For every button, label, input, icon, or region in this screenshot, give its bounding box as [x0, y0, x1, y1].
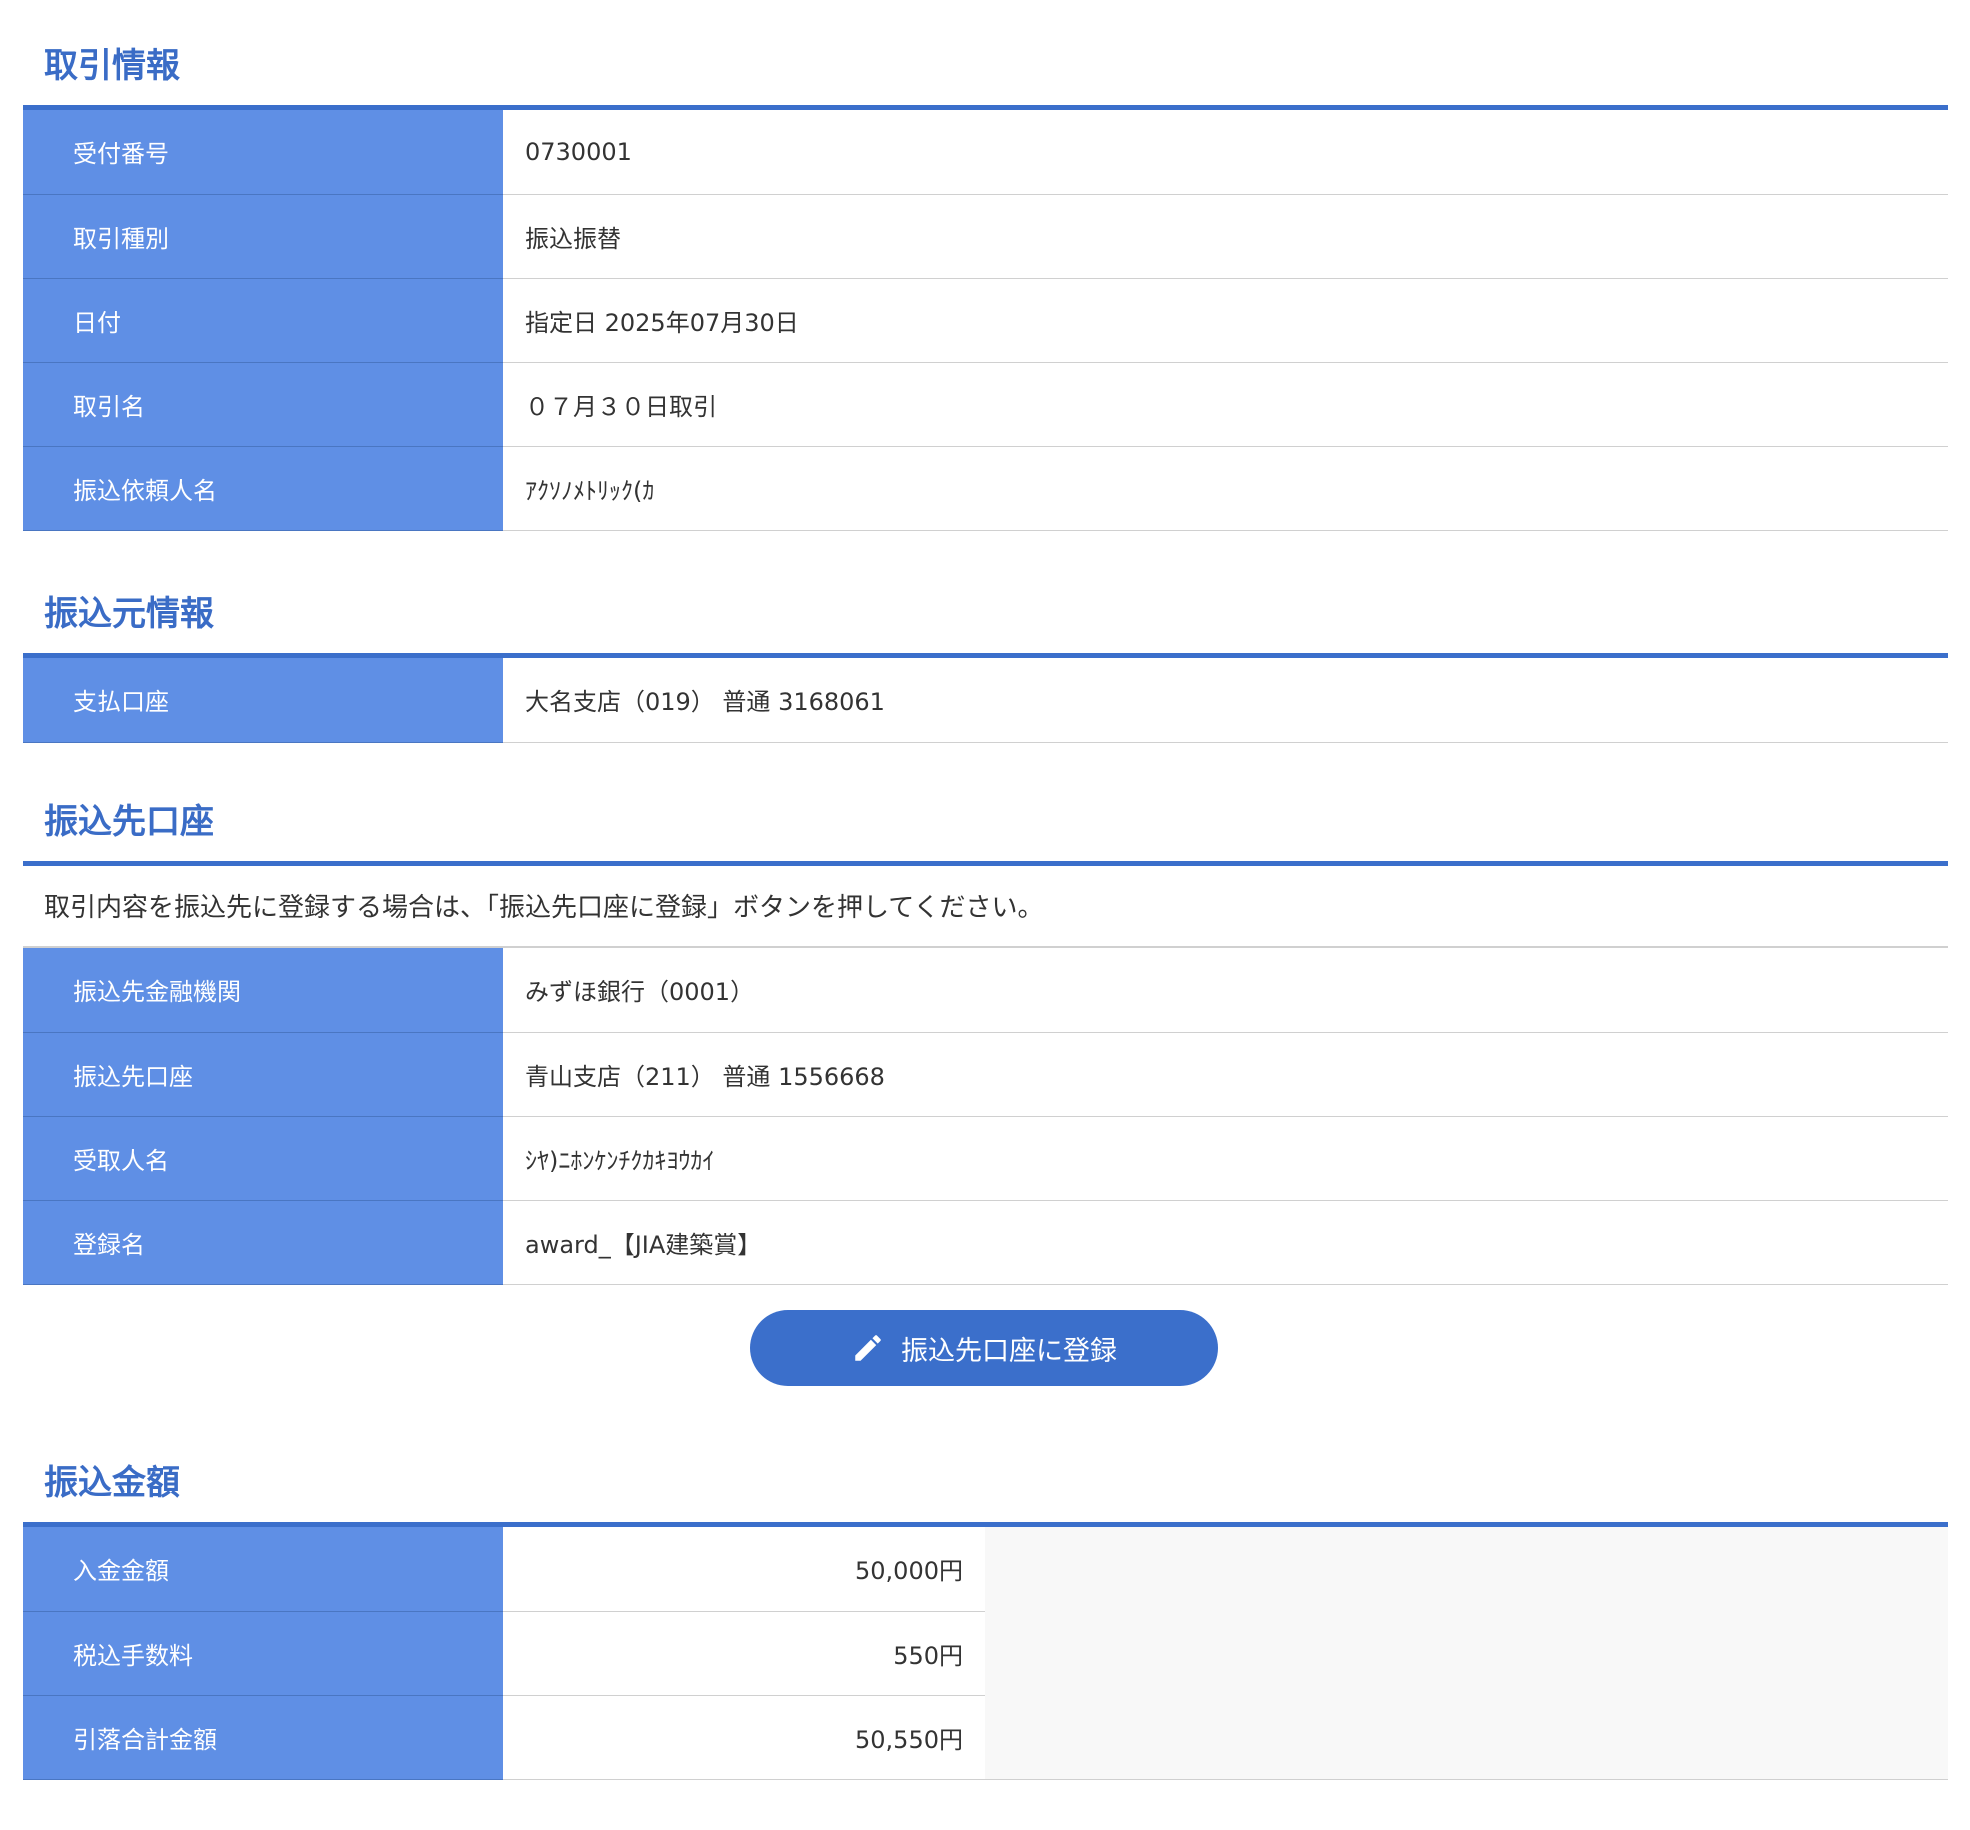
destination-account-label: 振込先口座	[23, 1032, 503, 1117]
destination-info-title: 振込先口座	[44, 802, 214, 842]
registration-name-label: 登録名	[23, 1200, 503, 1285]
requester-name-label: 振込依頼人名	[23, 446, 503, 531]
destination-account-value: 青山支店（211） 普通 1556668	[503, 1032, 1948, 1117]
source-info-table: 支払口座 大名支店（019） 普通 3168061	[23, 658, 1948, 743]
total-withdrawal-value: 50,550円	[503, 1695, 985, 1780]
amount-filler	[985, 1611, 1948, 1695]
reception-number-value: 0730001	[503, 110, 1948, 195]
table-row: 税込手数料 550円	[23, 1611, 1948, 1696]
amount-filler	[985, 1695, 1948, 1780]
recipient-name-label: 受取人名	[23, 1116, 503, 1201]
table-row: 受付番号 0730001	[23, 110, 1948, 195]
amount-info-table: 入金金額 50,000円 税込手数料 550円 引落合計金額 50,550円	[23, 1527, 1948, 1780]
table-row: 引落合計金額 50,550円	[23, 1695, 1948, 1780]
table-row: 登録名 award_【JIA建築賞】	[23, 1200, 1948, 1285]
fee-value: 550円	[503, 1611, 985, 1696]
requester-name-value: ｱｸｿﾉﾒﾄﾘｯｸ(ｶ	[503, 446, 1948, 531]
transaction-type-value: 振込振替	[503, 194, 1948, 279]
registration-name-value: award_【JIA建築賞】	[503, 1200, 1948, 1285]
transaction-name-value: ０７月３０日取引	[503, 362, 1948, 447]
table-row: 入金金額 50,000円	[23, 1527, 1948, 1612]
recipient-name-value: ｼﾔ)ﾆﾎﾝｹﾝﾁｸｶｷﾖｳｶｲ	[503, 1116, 1948, 1201]
table-row: 支払口座 大名支店（019） 普通 3168061	[23, 658, 1948, 743]
destination-info-rule	[23, 861, 1948, 866]
fee-label: 税込手数料	[23, 1611, 503, 1696]
destination-bank-value: みずほ銀行（0001）	[503, 948, 1948, 1033]
register-button-label: 振込先口座に登録	[901, 1335, 1117, 1367]
source-info-title: 振込元情報	[44, 594, 214, 634]
table-row: 振込依頼人名 ｱｸｿﾉﾒﾄﾘｯｸ(ｶ	[23, 446, 1948, 531]
table-row: 振込先口座 青山支店（211） 普通 1556668	[23, 1032, 1948, 1117]
transaction-info-table: 受付番号 0730001 取引種別 振込振替 日付 指定日 2025年07月30…	[23, 110, 1948, 531]
deposit-amount-value: 50,000円	[503, 1527, 985, 1612]
register-instruction-text: 取引内容を振込先に登録する場合は、「振込先口座に登録」ボタンを押してください。	[44, 893, 1044, 923]
register-destination-button[interactable]: 振込先口座に登録	[750, 1310, 1218, 1386]
destination-info-table: 振込先金融機関 みずほ銀行（0001） 振込先口座 青山支店（211） 普通 1…	[23, 948, 1948, 1285]
amount-info-title: 振込金額	[44, 1463, 180, 1503]
table-row: 取引名 ０７月３０日取引	[23, 362, 1948, 447]
table-row: 日付 指定日 2025年07月30日	[23, 278, 1948, 363]
pencil-icon	[851, 1331, 885, 1365]
table-row: 取引種別 振込振替	[23, 194, 1948, 279]
total-withdrawal-label: 引落合計金額	[23, 1695, 503, 1780]
table-row: 振込先金融機関 みずほ銀行（0001）	[23, 948, 1948, 1033]
reception-number-label: 受付番号	[23, 110, 503, 195]
destination-bank-label: 振込先金融機関	[23, 948, 503, 1033]
table-row: 受取人名 ｼﾔ)ﾆﾎﾝｹﾝﾁｸｶｷﾖｳｶｲ	[23, 1116, 1948, 1201]
payment-account-value: 大名支店（019） 普通 3168061	[503, 658, 1948, 743]
transaction-info-title: 取引情報	[44, 46, 180, 86]
payment-account-label: 支払口座	[23, 658, 503, 743]
transaction-name-label: 取引名	[23, 362, 503, 447]
date-label: 日付	[23, 278, 503, 363]
date-value: 指定日 2025年07月30日	[503, 278, 1948, 363]
deposit-amount-label: 入金金額	[23, 1527, 503, 1612]
transfer-confirmation-page: 取引情報 受付番号 0730001 取引種別 振込振替 日付 指定日 2025年…	[0, 0, 1970, 1830]
amount-filler	[985, 1527, 1948, 1611]
transaction-type-label: 取引種別	[23, 194, 503, 279]
